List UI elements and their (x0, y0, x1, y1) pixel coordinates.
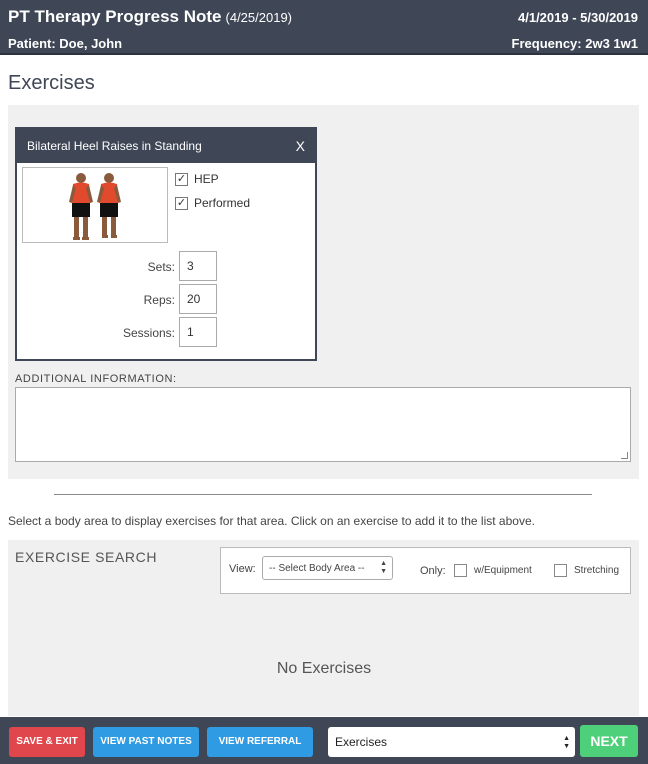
divider (54, 494, 592, 495)
equipment-label: w/Equipment (474, 565, 532, 576)
hep-label: HEP (194, 172, 219, 186)
view-label: View: (229, 563, 256, 575)
page-header: PT Therapy Progress Note (4/25/2019) 4/1/… (0, 0, 648, 55)
close-icon[interactable]: X (296, 138, 305, 154)
sets-input[interactable]: 3 (179, 251, 217, 281)
resize-handle-icon[interactable] (621, 452, 628, 459)
next-button[interactable]: NEXT (580, 725, 638, 757)
additional-info-label: ADDITIONAL INFORMATION: (15, 373, 177, 385)
no-exercises-text: No Exercises (276, 660, 372, 677)
exercise-image (22, 167, 168, 243)
performed-label: Performed (194, 196, 251, 210)
sessions-label: Sessions: (122, 326, 175, 340)
section-selected: Exercises (335, 735, 388, 749)
section-title: Exercises (8, 72, 95, 94)
page-title: PT Therapy Progress Note (4/25/2019) (8, 7, 292, 27)
note-title: PT Therapy Progress Note (8, 7, 222, 26)
exercise-card: Bilateral Heel Raises in Standing X ✓ HE… (15, 127, 317, 361)
filter-box: View: -- Select Body Area -- ▲ ▼ Only: w/… (220, 547, 631, 594)
exercise-card-header: Bilateral Heel Raises in Standing X (17, 129, 315, 163)
sessions-input[interactable]: 1 (179, 317, 217, 347)
figure-right (97, 173, 121, 238)
stretching-checkbox[interactable] (554, 564, 567, 577)
instructions-text: Select a body area to display exercises … (8, 514, 535, 528)
additional-info-textarea[interactable] (15, 387, 631, 462)
reps-input[interactable]: 20 (179, 284, 217, 314)
select-arrows-icon: ▲ ▼ (563, 735, 570, 750)
exercise-name: Bilateral Heel Raises in Standing (27, 139, 202, 153)
reps-label: Reps: (143, 293, 175, 307)
only-label: Only: (420, 565, 446, 577)
performed-checkbox[interactable]: ✓ (175, 196, 188, 210)
hep-checkbox-row[interactable]: ✓ HEP (175, 172, 219, 186)
hep-checkbox[interactable]: ✓ (175, 172, 188, 186)
section-select[interactable]: Exercises ▲ ▼ (328, 727, 575, 757)
patient-name: Patient: Doe, John (8, 36, 123, 51)
date-range: 4/1/2019 - 5/30/2019 (518, 10, 638, 25)
footer-bar: SAVE & EXIT VIEW PAST NOTES VIEW REFERRA… (0, 717, 648, 764)
figure-left (69, 173, 93, 240)
view-referral-button[interactable]: VIEW REFERRAL (207, 727, 313, 757)
equipment-checkbox[interactable] (454, 564, 467, 577)
sets-label: Sets: (147, 260, 175, 274)
view-past-notes-button[interactable]: VIEW PAST NOTES (93, 727, 199, 757)
save-exit-button[interactable]: SAVE & EXIT (9, 727, 85, 757)
exercise-search-title: EXERCISE SEARCH (15, 549, 158, 565)
performed-checkbox-row[interactable]: ✓ Performed (175, 196, 250, 210)
stretching-label: Stretching (574, 565, 620, 576)
note-date: (4/25/2019) (225, 10, 293, 25)
select-arrows-icon: ▲ ▼ (380, 560, 387, 575)
body-area-select[interactable]: -- Select Body Area -- ▲ ▼ (262, 556, 393, 580)
body-area-selected: -- Select Body Area -- (269, 563, 365, 574)
frequency: Frequency: 2w3 1w1 (511, 36, 638, 51)
